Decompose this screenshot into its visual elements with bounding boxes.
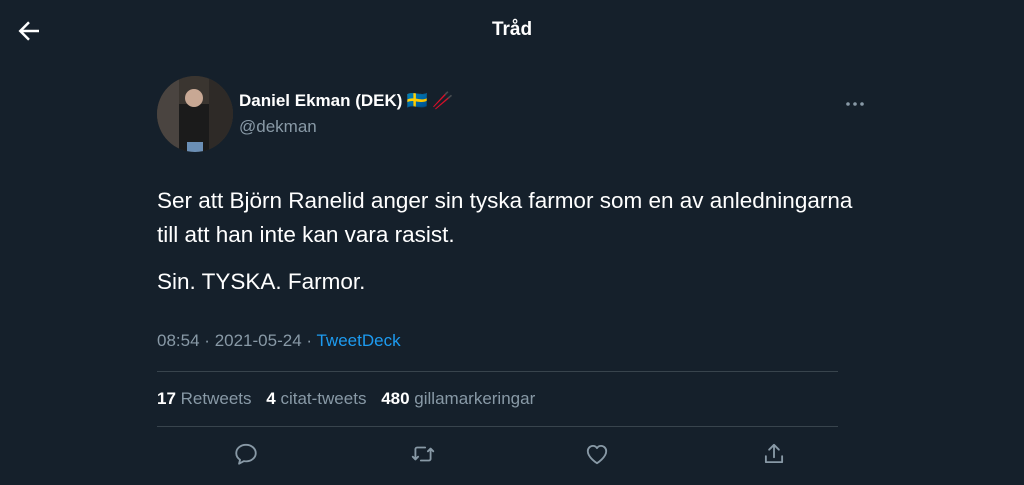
author-name-text: Daniel Ekman (DEK): [239, 91, 403, 110]
avatar-image: [157, 76, 233, 152]
quote-tweets-count: 4: [266, 389, 276, 408]
quote-tweets-stat[interactable]: 4 citat-tweets: [266, 389, 366, 408]
divider: [157, 426, 838, 427]
tweet-stats: 17 Retweets 4 citat-tweets 480 gillamark…: [157, 389, 545, 409]
reply-icon: [235, 443, 257, 465]
tweet-text: Ser att Björn Ranelid anger sin tyska fa…: [157, 184, 867, 299]
page-title: Tråd: [491, 19, 533, 40]
divider: [157, 371, 838, 372]
author-handle[interactable]: @dekman: [239, 117, 317, 137]
tweet-paragraph: Sin. TYSKA. Farmor.: [157, 269, 366, 294]
author-emoji: 🇸🇪 🥢: [406, 91, 454, 110]
like-icon: [586, 444, 608, 465]
tweet-source-link[interactable]: TweetDeck: [316, 331, 400, 350]
quote-tweets-label: citat-tweets: [280, 389, 367, 408]
like-button[interactable]: [584, 441, 614, 471]
avatar[interactable]: [157, 76, 233, 152]
more-icon: [846, 102, 864, 106]
likes-stat[interactable]: 480 gillamarkeringar: [381, 389, 535, 408]
tweet-date[interactable]: 2021-05-24: [215, 331, 302, 350]
retweets-stat[interactable]: 17 Retweets: [157, 389, 252, 408]
tweet-time[interactable]: 08:54: [157, 331, 200, 350]
retweet-button[interactable]: [410, 441, 440, 471]
share-button[interactable]: [761, 441, 791, 471]
retweets-label: Retweets: [180, 389, 252, 408]
tweet-paragraph: Ser att Björn Ranelid anger sin tyska fa…: [157, 188, 853, 247]
meta-separator: ·: [204, 331, 210, 350]
retweet-icon: [411, 446, 435, 462]
meta-separator: ·: [306, 331, 313, 350]
tweet-actions: [157, 441, 867, 471]
reply-button[interactable]: [233, 441, 263, 471]
likes-count: 480: [381, 389, 410, 408]
likes-label: gillamarkeringar: [414, 389, 536, 408]
share-icon: [764, 443, 784, 464]
more-options-button[interactable]: [845, 96, 865, 106]
author-name[interactable]: Daniel Ekman (DEK) 🇸🇪 🥢: [239, 91, 454, 111]
top-bar: Tråd: [0, 0, 1024, 60]
retweets-count: 17: [157, 389, 176, 408]
tweet-meta: 08:54 · 2021-05-24 · TweetDeck: [157, 331, 401, 351]
